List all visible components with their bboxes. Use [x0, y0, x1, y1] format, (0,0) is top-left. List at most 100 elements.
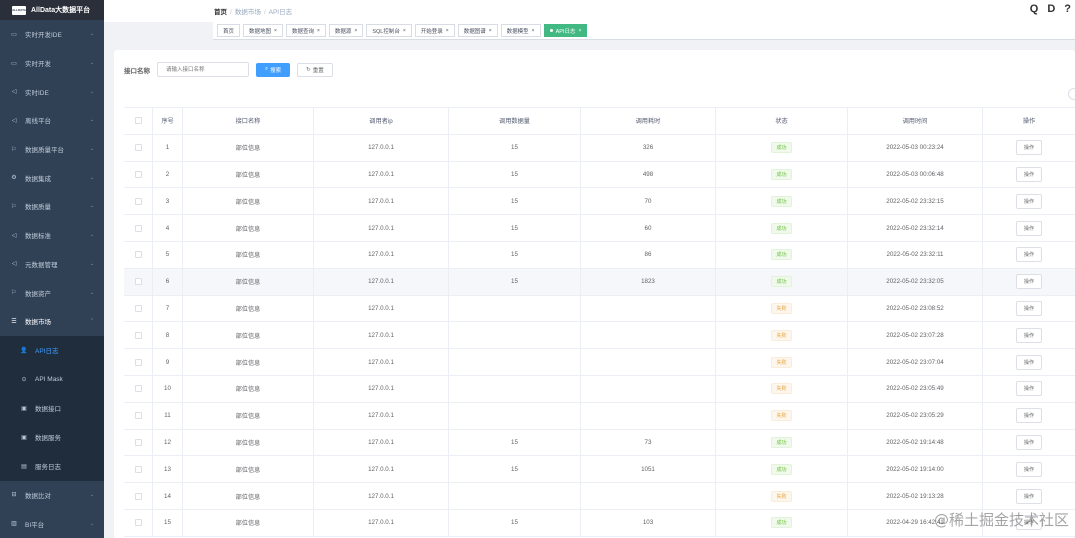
operation-button[interactable]: 操作 — [1015, 434, 1042, 450]
operation-button[interactable]: 操作 — [1015, 408, 1042, 424]
cell-status: 成功 — [716, 161, 848, 188]
close-icon[interactable]: × — [446, 28, 449, 34]
table-row[interactable]: 11 部位信息 127.0.0.1 失败 2022-05-02 23:05:29 操作 — [124, 402, 1075, 430]
sidebar-item[interactable]: ▭ 实时开发IDE ⌄ — [0, 20, 104, 49]
cell-name: 部位信息 — [183, 188, 314, 215]
doc-icon[interactable]: D — [1047, 3, 1055, 15]
sidebar-item[interactable]: ⚐ 数据质量 ⌄ — [0, 192, 104, 221]
row-checkbox[interactable] — [134, 519, 142, 527]
tag-label: 数据模型 — [506, 28, 529, 35]
operation-button[interactable]: 操作 — [1015, 488, 1042, 504]
tab-tag[interactable]: SQL控制台 × — [366, 24, 412, 37]
table-row[interactable]: 13 部位信息 127.0.0.1 15 1051 成功 2022-05-02 19:14:… — [124, 456, 1075, 484]
tab-tag[interactable]: API日志 × — [543, 24, 588, 37]
row-checkbox[interactable] — [134, 331, 142, 339]
tab-tag[interactable]: 数据源 × — [328, 24, 364, 37]
table-row[interactable]: 7 部位信息 127.0.0.1 失败 2022-05-02 23:08:52 操作 — [124, 295, 1075, 323]
table-row[interactable]: 8 部位信息 127.0.0.1 失败 2022-05-02 23:07:28 操作 — [124, 322, 1075, 350]
row-checkbox[interactable] — [134, 412, 142, 420]
toolbar-toggle-button[interactable] — [1068, 88, 1075, 100]
table-row[interactable]: 15 部位信息 127.0.0.1 15 103 成功 2022-04-29 16:42:4… — [124, 509, 1075, 537]
sidebar-subitem[interactable]: ▤ 服务日志 — [0, 451, 104, 481]
sidebar-subitem[interactable]: ▣ 数据接口 — [0, 393, 104, 423]
sidebar-item[interactable]: ⚐ 数据资产 ⌄ — [0, 278, 104, 307]
sidebar-item[interactable]: ⊟ 数据比对 ⌄ — [0, 481, 104, 510]
operation-button[interactable]: 操作 — [1015, 193, 1042, 209]
cell-count: 15 — [449, 429, 581, 456]
sidebar-subitem[interactable]: ⊙ API Mask — [0, 364, 104, 394]
sidebar-item[interactable]: ◁ 数据标准 ⌄ — [0, 221, 104, 250]
tab-tag[interactable]: 开始登录 × — [414, 24, 455, 37]
sidebar-item[interactable]: ⚐ 数据质量平台 ⌄ — [0, 135, 104, 164]
row-checkbox[interactable] — [134, 385, 142, 393]
sidebar-item[interactable]: ▭ 实时开发 ⌄ — [0, 49, 104, 78]
row-checkbox[interactable] — [134, 197, 142, 205]
table-row[interactable]: 14 部位信息 127.0.0.1 失败 2022-05-02 19:13:28 操作 — [124, 483, 1075, 510]
table-row[interactable]: 3 部位信息 127.0.0.1 15 70 成功 2022-05-02 23:32:15 操… — [124, 188, 1075, 216]
close-icon[interactable]: × — [532, 28, 535, 34]
sidebar-item[interactable]: ◁ 实时IDE ⌄ — [0, 77, 104, 106]
row-checkbox[interactable] — [134, 170, 142, 178]
operation-button[interactable]: 操作 — [1015, 327, 1042, 343]
row-checkbox[interactable] — [134, 224, 142, 232]
tab-tag[interactable]: 数据查询 × — [285, 24, 326, 37]
operation-button[interactable]: 操作 — [1015, 220, 1042, 236]
table-row[interactable]: 5 部位信息 127.0.0.1 15 86 成功 2022-05-02 23:32:11 操… — [124, 241, 1075, 269]
breadcrumb-home[interactable]: 首页 — [214, 9, 227, 16]
select-all-checkbox[interactable] — [134, 117, 142, 125]
operation-button[interactable]: 操作 — [1015, 247, 1042, 263]
operation-button[interactable]: 操作 — [1015, 461, 1042, 477]
table-row[interactable]: 1 部位信息 127.0.0.1 15 326 成功 2022-05-03 00:23:24… — [124, 134, 1075, 162]
logo[interactable]: ALLDATA AllData大数据平台 — [0, 0, 104, 20]
operation-button[interactable]: 操作 — [1015, 300, 1042, 316]
table-row[interactable]: 12 部位信息 127.0.0.1 15 73 成功 2022-05-02 19:14:48… — [124, 429, 1075, 457]
operation-button[interactable]: 操作 — [1015, 166, 1042, 182]
help-icon[interactable]: ? — [1064, 3, 1071, 15]
row-checkbox[interactable] — [134, 438, 142, 446]
cell-count — [449, 322, 581, 349]
table-row[interactable]: 4 部位信息 127.0.0.1 15 60 成功 2022-05-02 23:32:14 操… — [124, 215, 1075, 242]
row-checkbox[interactable] — [134, 358, 142, 366]
close-icon[interactable]: × — [578, 28, 581, 34]
operation-button[interactable]: 操作 — [1015, 274, 1042, 290]
row-checkbox[interactable] — [134, 278, 142, 286]
close-icon[interactable]: × — [403, 28, 406, 34]
table-row[interactable]: 9 部位信息 127.0.0.1 失败 2022-05-02 23:07:04 操作 — [124, 349, 1075, 376]
search-icon[interactable]: Q — [1030, 3, 1039, 15]
sidebar-subitem[interactable]: 👤 API日志 — [0, 335, 104, 365]
close-icon[interactable]: × — [317, 28, 320, 34]
chevron-down-icon: ⌄ — [89, 146, 94, 153]
row-checkbox[interactable] — [134, 492, 142, 500]
search-button[interactable]: ⌕ 搜索 — [256, 62, 291, 77]
operation-button[interactable]: 操作 — [1015, 354, 1042, 370]
operation-button[interactable]: 操作 — [1015, 381, 1042, 397]
cell-status: 失败 — [716, 375, 848, 402]
row-checkbox[interactable] — [134, 304, 142, 312]
tab-tag[interactable]: 首页 — [217, 24, 241, 37]
table-row[interactable]: 6 部位信息 127.0.0.1 15 1823 成功 2022-05-02 23:32:0… — [124, 268, 1075, 296]
sidebar-item[interactable]: ☰ 数据市场 ⌃ — [0, 307, 104, 336]
operation-button[interactable]: 操作 — [1015, 140, 1042, 156]
tab-tag[interactable]: 数据地图 × — [243, 24, 283, 37]
sidebar-item[interactable]: ⚙ 数据集成 ⌄ — [0, 163, 104, 192]
close-icon[interactable]: × — [274, 28, 277, 34]
close-icon[interactable]: × — [354, 28, 357, 34]
reset-button[interactable]: ↻ 重置 — [297, 62, 333, 77]
row-checkbox[interactable] — [134, 251, 142, 259]
menu-icon: ⚐ — [11, 203, 17, 210]
row-checkbox[interactable] — [134, 465, 142, 473]
sidebar-subitem[interactable]: ▣ 数据服务 — [0, 422, 104, 452]
table-row[interactable]: 10 部位信息 127.0.0.1 失败 2022-05-02 23:05:49 操作 — [124, 375, 1075, 403]
close-icon[interactable]: × — [489, 28, 492, 34]
sidebar-item[interactable]: ◁ 离线平台 ⌄ — [0, 106, 104, 135]
tag-label: API日志 — [555, 28, 576, 35]
sidebar-item[interactable]: ▥ BI平台 ⌄ — [0, 509, 104, 538]
tab-tag[interactable]: 数据图谱 × — [457, 24, 498, 37]
tab-tag[interactable]: 数据模型 × — [500, 24, 541, 37]
tag-label: 数据图谱 — [463, 28, 486, 35]
table-row[interactable]: 2 部位信息 127.0.0.1 15 498 成功 2022-05-03 00:06:48… — [124, 161, 1075, 189]
row-checkbox[interactable] — [134, 144, 142, 152]
cell-status: 成功 — [716, 429, 848, 456]
sidebar-item[interactable]: ◁ 元数据管理 ⌄ — [0, 250, 104, 279]
search-input[interactable] — [157, 62, 249, 77]
